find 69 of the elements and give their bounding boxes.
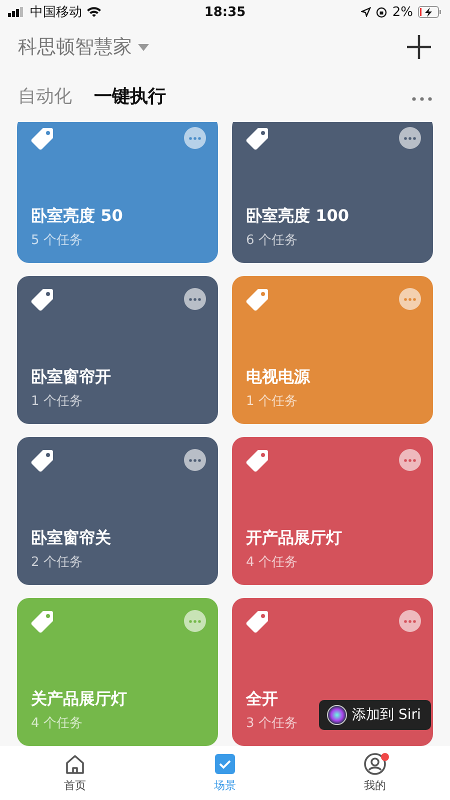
more-button[interactable] [184, 610, 206, 632]
ellipsis-icon [404, 136, 416, 140]
tag-icon [31, 610, 54, 633]
task-count: 5 个任务 [31, 232, 82, 249]
ellipsis-icon [404, 620, 416, 622]
task-count: 4 个任务 [31, 715, 82, 732]
task-count: 1 个任务 [246, 393, 298, 410]
scene-card[interactable]: 关产品展厅灯 4 个任务 [17, 598, 218, 746]
tag-icon [246, 449, 269, 472]
battery-percent: 2% [392, 4, 414, 20]
scene-name: 开产品展厅灯 [246, 528, 343, 549]
scene-name: 电视电源 [246, 367, 312, 388]
scene-card[interactable]: 电视电源 1 个任务 [232, 276, 433, 424]
wifi-icon [86, 6, 102, 18]
tag-icon [246, 610, 269, 633]
scene-name: 卧室窗帘开 [31, 367, 112, 388]
scene-card[interactable]: 卧室窗帘关 2 个任务 [17, 437, 218, 585]
ellipsis-icon [189, 298, 201, 300]
ellipsis-icon [189, 136, 201, 140]
siri-icon [327, 705, 347, 725]
carrier-name: 中国移动 [30, 4, 82, 21]
more-button[interactable] [399, 610, 421, 632]
task-count: 6 个任务 [246, 232, 298, 249]
tag-icon [31, 288, 54, 311]
more-button[interactable] [184, 449, 206, 471]
scene-card[interactable]: 卧室窗帘开 1 个任务 [17, 276, 218, 424]
home-title[interactable]: 科思顿智慧家 [18, 34, 132, 60]
signal-icon [8, 7, 26, 17]
tab[interactable]: 一键执行 [94, 84, 166, 108]
location-icon [361, 7, 372, 17]
scene-name: 全开 [246, 689, 279, 710]
scene-card[interactable]: 卧室亮度 100 6 个任务 [232, 122, 433, 263]
ellipsis-icon [189, 620, 201, 622]
checkbox-icon [214, 753, 236, 775]
ellipsis-icon [404, 458, 416, 462]
nav-tab[interactable]: 场景 [150, 746, 300, 800]
scene-card[interactable]: 开产品展厅灯 4 个任务 [232, 437, 433, 585]
tag-icon [31, 449, 54, 472]
scene-name: 卧室亮度 50 [31, 206, 124, 227]
home-icon [64, 753, 86, 775]
more-button[interactable] [184, 288, 206, 310]
tag-icon [246, 288, 269, 311]
add-button[interactable] [406, 34, 432, 60]
more-button[interactable] [399, 449, 421, 471]
tab[interactable]: 自动化 [18, 84, 72, 108]
more-button[interactable] [399, 127, 421, 149]
ellipsis-icon [412, 96, 432, 100]
nav-tab[interactable]: 我的 [300, 746, 450, 800]
user-icon [364, 753, 386, 775]
scene-card[interactable]: 卧室亮度 50 5 个任务 [17, 122, 218, 263]
task-count: 4 个任务 [246, 554, 298, 571]
task-count: 3 个任务 [246, 715, 298, 732]
scene-name: 关产品展厅灯 [31, 689, 128, 710]
ellipsis-icon [404, 298, 416, 300]
scene-name: 卧室窗帘关 [31, 528, 112, 549]
lock-rotation-icon [376, 6, 388, 18]
battery-icon [418, 6, 442, 18]
clock-time: 18:35 [204, 4, 246, 20]
caret-icon[interactable] [138, 44, 149, 50]
task-count: 2 个任务 [31, 554, 82, 571]
nav-tab[interactable]: 首页 [0, 746, 150, 800]
more-button[interactable] [399, 288, 421, 310]
task-count: 1 个任务 [31, 393, 82, 410]
ellipsis-icon [189, 458, 201, 462]
tag-icon [31, 127, 54, 150]
tag-icon [246, 127, 269, 150]
add-to-siri-button[interactable]: 添加到 Siri [319, 700, 431, 730]
more-button[interactable] [184, 127, 206, 149]
scene-name: 卧室亮度 100 [246, 206, 350, 227]
